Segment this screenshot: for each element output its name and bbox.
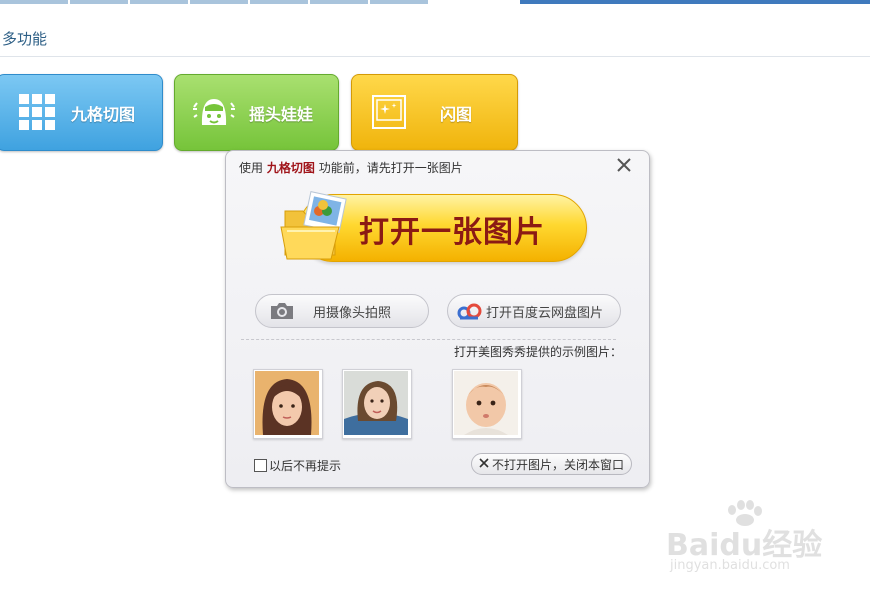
tab-segment[interactable] <box>370 0 428 4</box>
dont-show-again-checkbox[interactable] <box>254 459 267 472</box>
nine-grid-button[interactable]: 九格切图 <box>0 74 163 151</box>
tab-segment[interactable] <box>130 0 188 4</box>
flash-image-button[interactable]: 闪图 <box>351 74 518 151</box>
sample-image-3[interactable] <box>452 369 522 439</box>
nine-grid-label: 九格切图 <box>71 105 136 124</box>
camera-icon <box>268 301 296 321</box>
message-feature-name: 九格切图 <box>266 161 315 175</box>
bobblehead-button[interactable]: 摇头娃娃 <box>174 74 339 151</box>
open-image-label: 打开一张图片 <box>359 215 545 250</box>
watermark-url: jingyan.baidu.com <box>670 558 790 573</box>
doll-face-icon <box>193 95 235 133</box>
cloud-icon <box>456 301 484 321</box>
flash-image-label: 闪图 <box>440 105 473 124</box>
sparkle-photo-icon <box>372 95 406 133</box>
sample-images-caption: 打开美图秀秀提供的示例图片： <box>454 345 623 359</box>
close-window-label: 不打开图片，关闭本窗口 <box>492 458 625 472</box>
baidu-watermark: Baidu经验 jingyan.baidu.com <box>664 500 824 580</box>
message-prefix: 使用 <box>239 161 264 175</box>
grid-icon <box>19 94 55 134</box>
open-image-dialog: 使用 九格切图 功能前，请先打开一张图片 打开一张图片 用摄像头拍照 打开百度云… <box>225 150 650 488</box>
folder-icon <box>279 191 357 263</box>
tab-segment[interactable] <box>250 0 308 4</box>
dialog-message: 使用 九格切图 功能前，请先打开一张图片 <box>239 159 463 176</box>
close-icon[interactable] <box>615 156 633 174</box>
open-image-button[interactable]: 打开一张图片 <box>279 191 589 263</box>
tab-segment[interactable] <box>190 0 248 4</box>
message-suffix: 功能前，请先打开一张图片 <box>318 161 463 175</box>
bobblehead-label: 摇头娃娃 <box>249 105 314 124</box>
sample-image-1[interactable] <box>253 369 323 439</box>
tab-segment[interactable] <box>310 0 368 4</box>
baidu-cloud-label: 打开百度云网盘图片 <box>486 306 604 321</box>
divider <box>0 56 870 57</box>
sample-image-2[interactable] <box>342 369 412 439</box>
tab-segment[interactable] <box>0 0 68 4</box>
dont-show-again-label: 以后不再提示 <box>269 459 342 473</box>
baidu-cloud-button[interactable]: 打开百度云网盘图片 <box>447 294 621 328</box>
x-icon <box>478 457 490 472</box>
close-window-button[interactable]: 不打开图片，关闭本窗口 <box>471 453 632 475</box>
section-title: 多功能 <box>2 30 48 48</box>
top-tab-strip <box>0 0 870 4</box>
camera-label: 用摄像头拍照 <box>313 306 392 321</box>
camera-button[interactable]: 用摄像头拍照 <box>255 294 429 328</box>
active-tab-indicator <box>520 0 870 4</box>
tab-segment[interactable] <box>70 0 128 4</box>
dashed-divider <box>241 339 616 340</box>
dont-show-again[interactable]: 以后不再提示 <box>254 457 341 474</box>
